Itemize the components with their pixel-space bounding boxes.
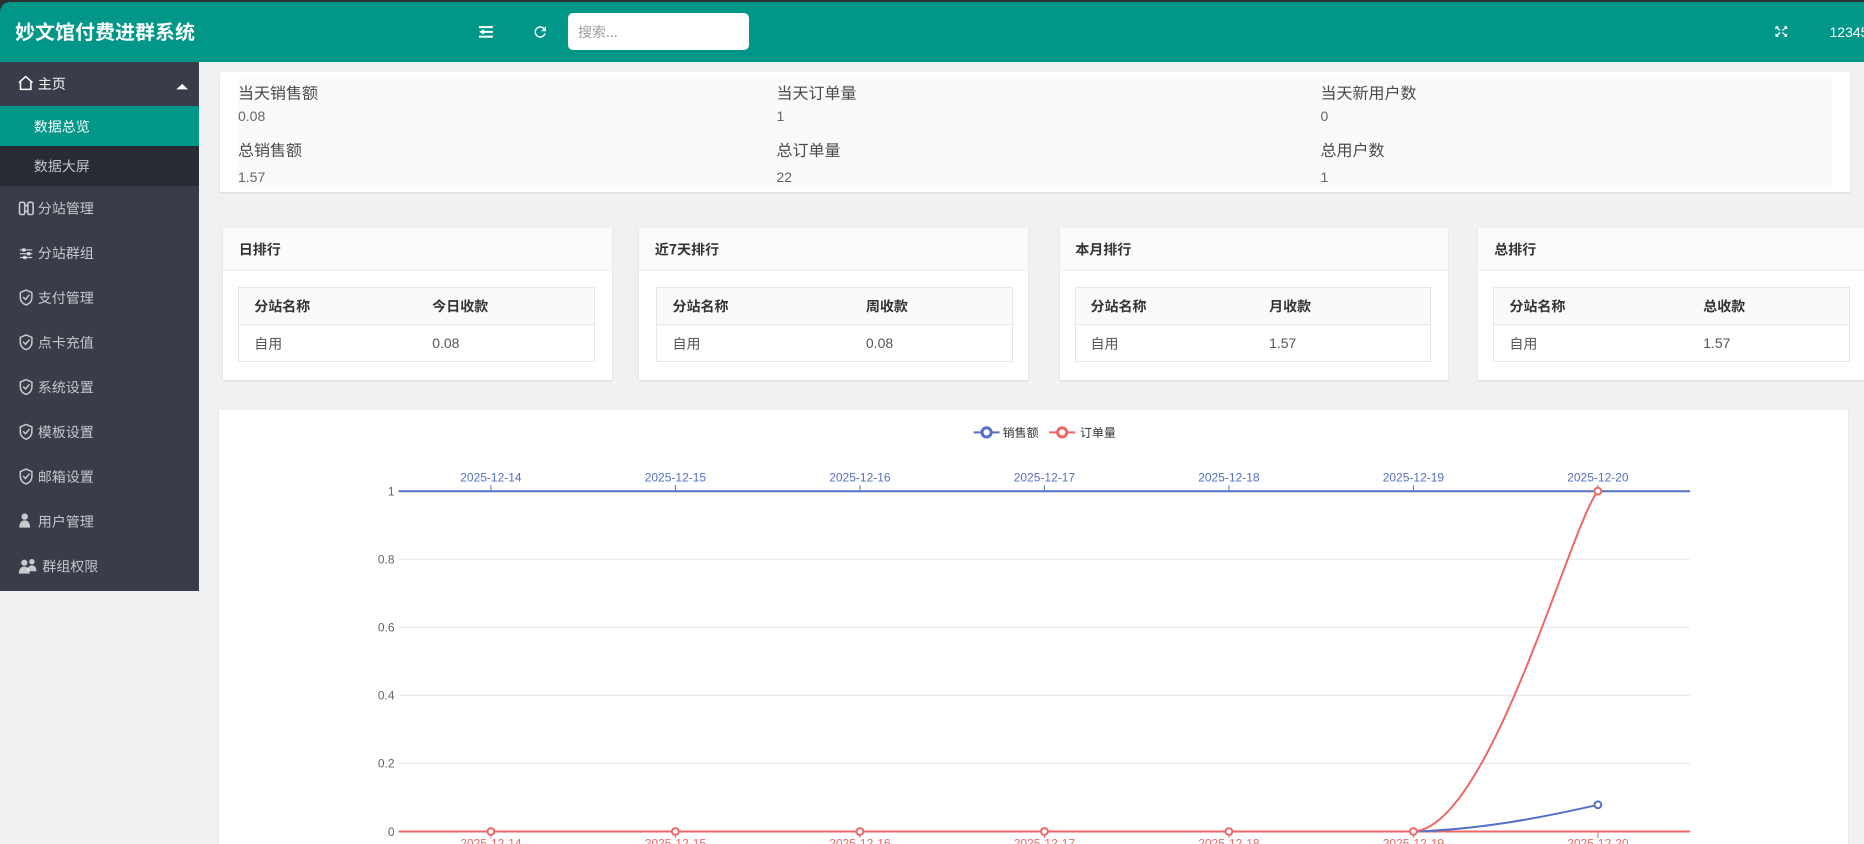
svg-text:0: 0 [388, 825, 395, 839]
svg-text:2025-12-20: 2025-12-20 [1567, 471, 1629, 485]
svg-text:0.6: 0.6 [378, 621, 395, 635]
svg-text:2025-12-15: 2025-12-15 [645, 837, 707, 844]
svg-text:2025-12-18: 2025-12-18 [1198, 471, 1260, 485]
svg-text:2025-12-15: 2025-12-15 [645, 471, 707, 485]
svg-text:1: 1 [388, 485, 395, 499]
svg-text:2025-12-14: 2025-12-14 [460, 837, 522, 844]
svg-text:2025-12-18: 2025-12-18 [1198, 837, 1260, 844]
svg-text:0.8: 0.8 [378, 553, 395, 567]
svg-text:2025-12-19: 2025-12-19 [1383, 837, 1445, 844]
svg-text:2025-12-14: 2025-12-14 [460, 471, 522, 485]
svg-text:2025-12-17: 2025-12-17 [1014, 471, 1076, 485]
svg-text:0.2: 0.2 [378, 757, 395, 771]
svg-text:2025-12-16: 2025-12-16 [829, 837, 891, 844]
svg-text:2025-12-19: 2025-12-19 [1383, 471, 1445, 485]
svg-text:2025-12-17: 2025-12-17 [1014, 837, 1076, 844]
svg-text:2025-12-16: 2025-12-16 [829, 471, 891, 485]
svg-text:0.4: 0.4 [378, 689, 395, 703]
svg-text:2025-12-20: 2025-12-20 [1567, 837, 1629, 844]
